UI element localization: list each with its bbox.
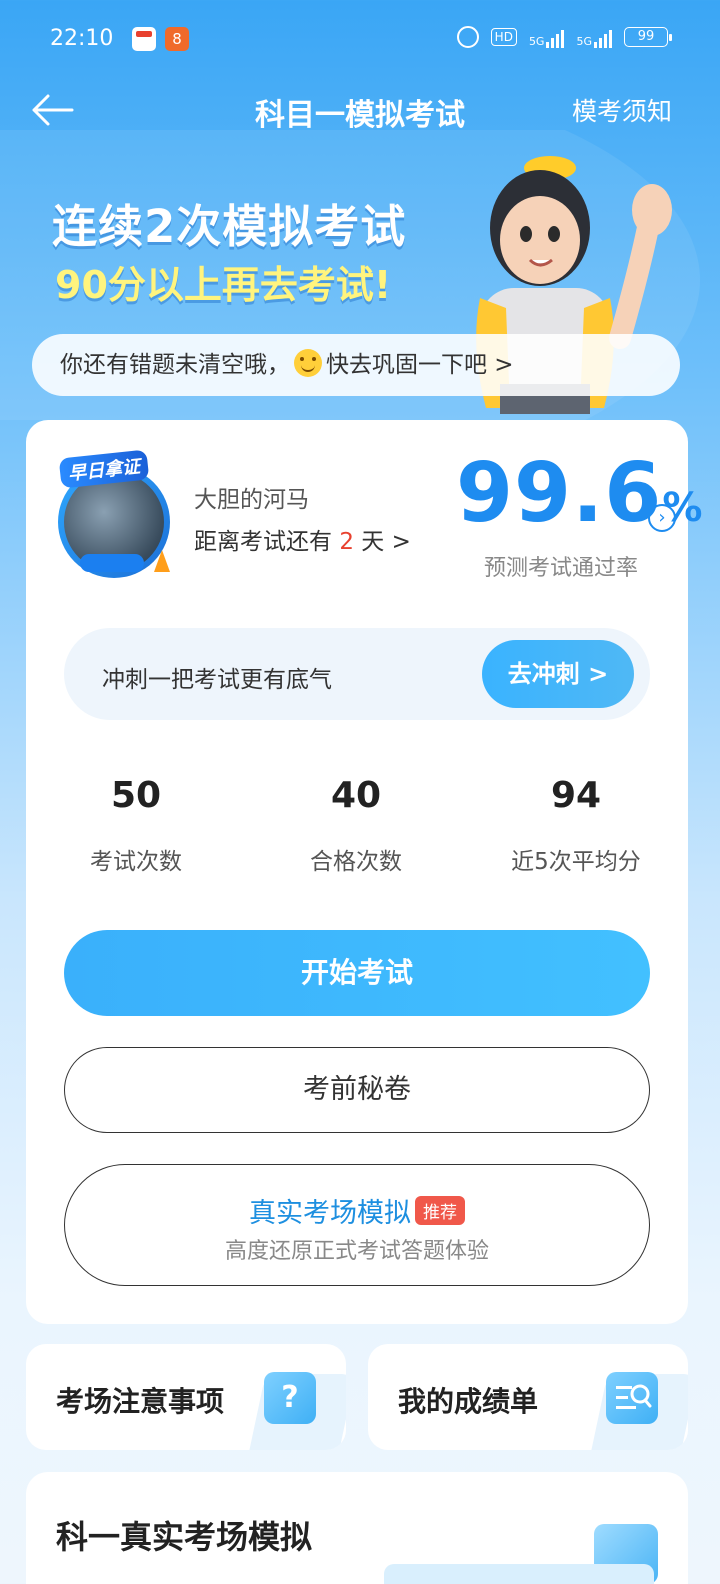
- stock-app-icon: [132, 27, 156, 51]
- traffic-cone-icon: [154, 550, 170, 572]
- real-exam-section: 科一真实考场模拟: [26, 1472, 688, 1584]
- exam-notice-title: 考场注意事项: [56, 1385, 225, 1418]
- signal-icon: [546, 26, 565, 48]
- stat-pass-count: 40 合格次数: [246, 770, 466, 876]
- app-notification-icon: 8: [165, 27, 189, 51]
- wrong-questions-tip[interactable]: 你还有错题未清空哦， 快去巩固一下吧 >: [32, 334, 680, 396]
- tip-text-before: 你还有错题未清空哦，: [60, 352, 290, 378]
- smile-emoji-icon: [294, 349, 322, 377]
- exam-notice-link[interactable]: 模考须知: [572, 92, 672, 128]
- section-title: 科一真实考场模拟: [56, 1518, 313, 1556]
- net-1-label: 5G: [528, 35, 545, 48]
- car-icon: [80, 554, 144, 572]
- recommend-badge: 推荐: [415, 1196, 465, 1225]
- question-mark-icon: ?: [264, 1372, 316, 1424]
- stat-value: 94: [550, 775, 602, 816]
- hd-icon: HD: [490, 28, 517, 46]
- countdown-suffix: 天 >: [361, 529, 411, 555]
- stat-value: 50: [110, 775, 162, 816]
- real-exam-subtitle: 高度还原正式考试答题体验: [224, 1239, 489, 1264]
- section-decoration: [384, 1564, 654, 1584]
- hero-headline: 连续2次模拟考试: [52, 200, 407, 253]
- status-time: 22:10: [50, 26, 114, 51]
- exam-stats: 50 考试次数 40 合格次数 94 近5次平均分: [26, 770, 688, 890]
- exam-summary-card: 早日拿证 大胆的河马 距离考试还有 2 天 > 99.6% › 预测考试通过率 …: [26, 420, 702, 1324]
- stat-label: 考试次数: [90, 849, 182, 875]
- real-exam-title: 真实考场模拟: [249, 1198, 411, 1229]
- start-exam-button[interactable]: 开始考试: [64, 930, 650, 1016]
- exam-countdown[interactable]: 距离考试还有 2 天 >: [194, 522, 411, 556]
- real-exam-title-row: 真实考场模拟 推荐: [65, 1191, 649, 1230]
- stat-exam-count: 50 考试次数: [26, 770, 246, 876]
- countdown-days: 2: [339, 529, 354, 555]
- search-document-icon: [606, 1372, 658, 1424]
- stat-label: 合格次数: [310, 849, 402, 875]
- avatar[interactable]: 早日拿证: [50, 449, 180, 580]
- alarm-icon: [456, 26, 479, 48]
- pre-exam-papers-button[interactable]: 考前秘卷: [64, 1047, 650, 1133]
- net-1: 5G: [529, 26, 565, 48]
- real-exam-simulation-button[interactable]: 真实考场模拟 推荐 高度还原正式考试答题体验: [64, 1164, 650, 1286]
- signal-icon: [594, 26, 612, 48]
- stat-value: 40: [330, 775, 382, 816]
- my-scores-title: 我的成绩单: [398, 1385, 539, 1418]
- stat-average-score: 94 近5次平均分: [466, 770, 686, 876]
- pass-rate-number: 99.6: [456, 446, 663, 541]
- battery-icon: 99: [624, 27, 672, 47]
- status-bar: 22:10 8 HD 5G 5G 99: [0, 0, 720, 80]
- pass-rate-detail-icon[interactable]: ›: [648, 504, 676, 532]
- exam-notice-card[interactable]: 考场注意事项 ?: [26, 1344, 346, 1450]
- net-2: 5G: [576, 26, 612, 48]
- status-icons: HD 5G 5G 99: [456, 26, 672, 48]
- hero-subheadline: 90分以上再去考试!: [55, 263, 392, 307]
- user-name: 大胆的河马: [194, 487, 309, 513]
- sprint-button[interactable]: 去冲刺 >: [482, 640, 634, 708]
- magnifier-icon: [616, 1384, 652, 1409]
- pass-rate-label: 预测考试通过率: [484, 556, 639, 581]
- stat-label: 近5次平均分: [511, 849, 641, 875]
- sprint-banner: 冲刺一把考试更有底气 去冲刺 >: [64, 628, 650, 720]
- countdown-prefix: 距离考试还有: [194, 529, 332, 555]
- my-scores-card[interactable]: 我的成绩单: [368, 1344, 688, 1450]
- sprint-text: 冲刺一把考试更有底气: [102, 667, 332, 693]
- net-2-label: 5G: [576, 35, 592, 48]
- tip-text-after: 快去巩固一下吧 >: [326, 352, 514, 378]
